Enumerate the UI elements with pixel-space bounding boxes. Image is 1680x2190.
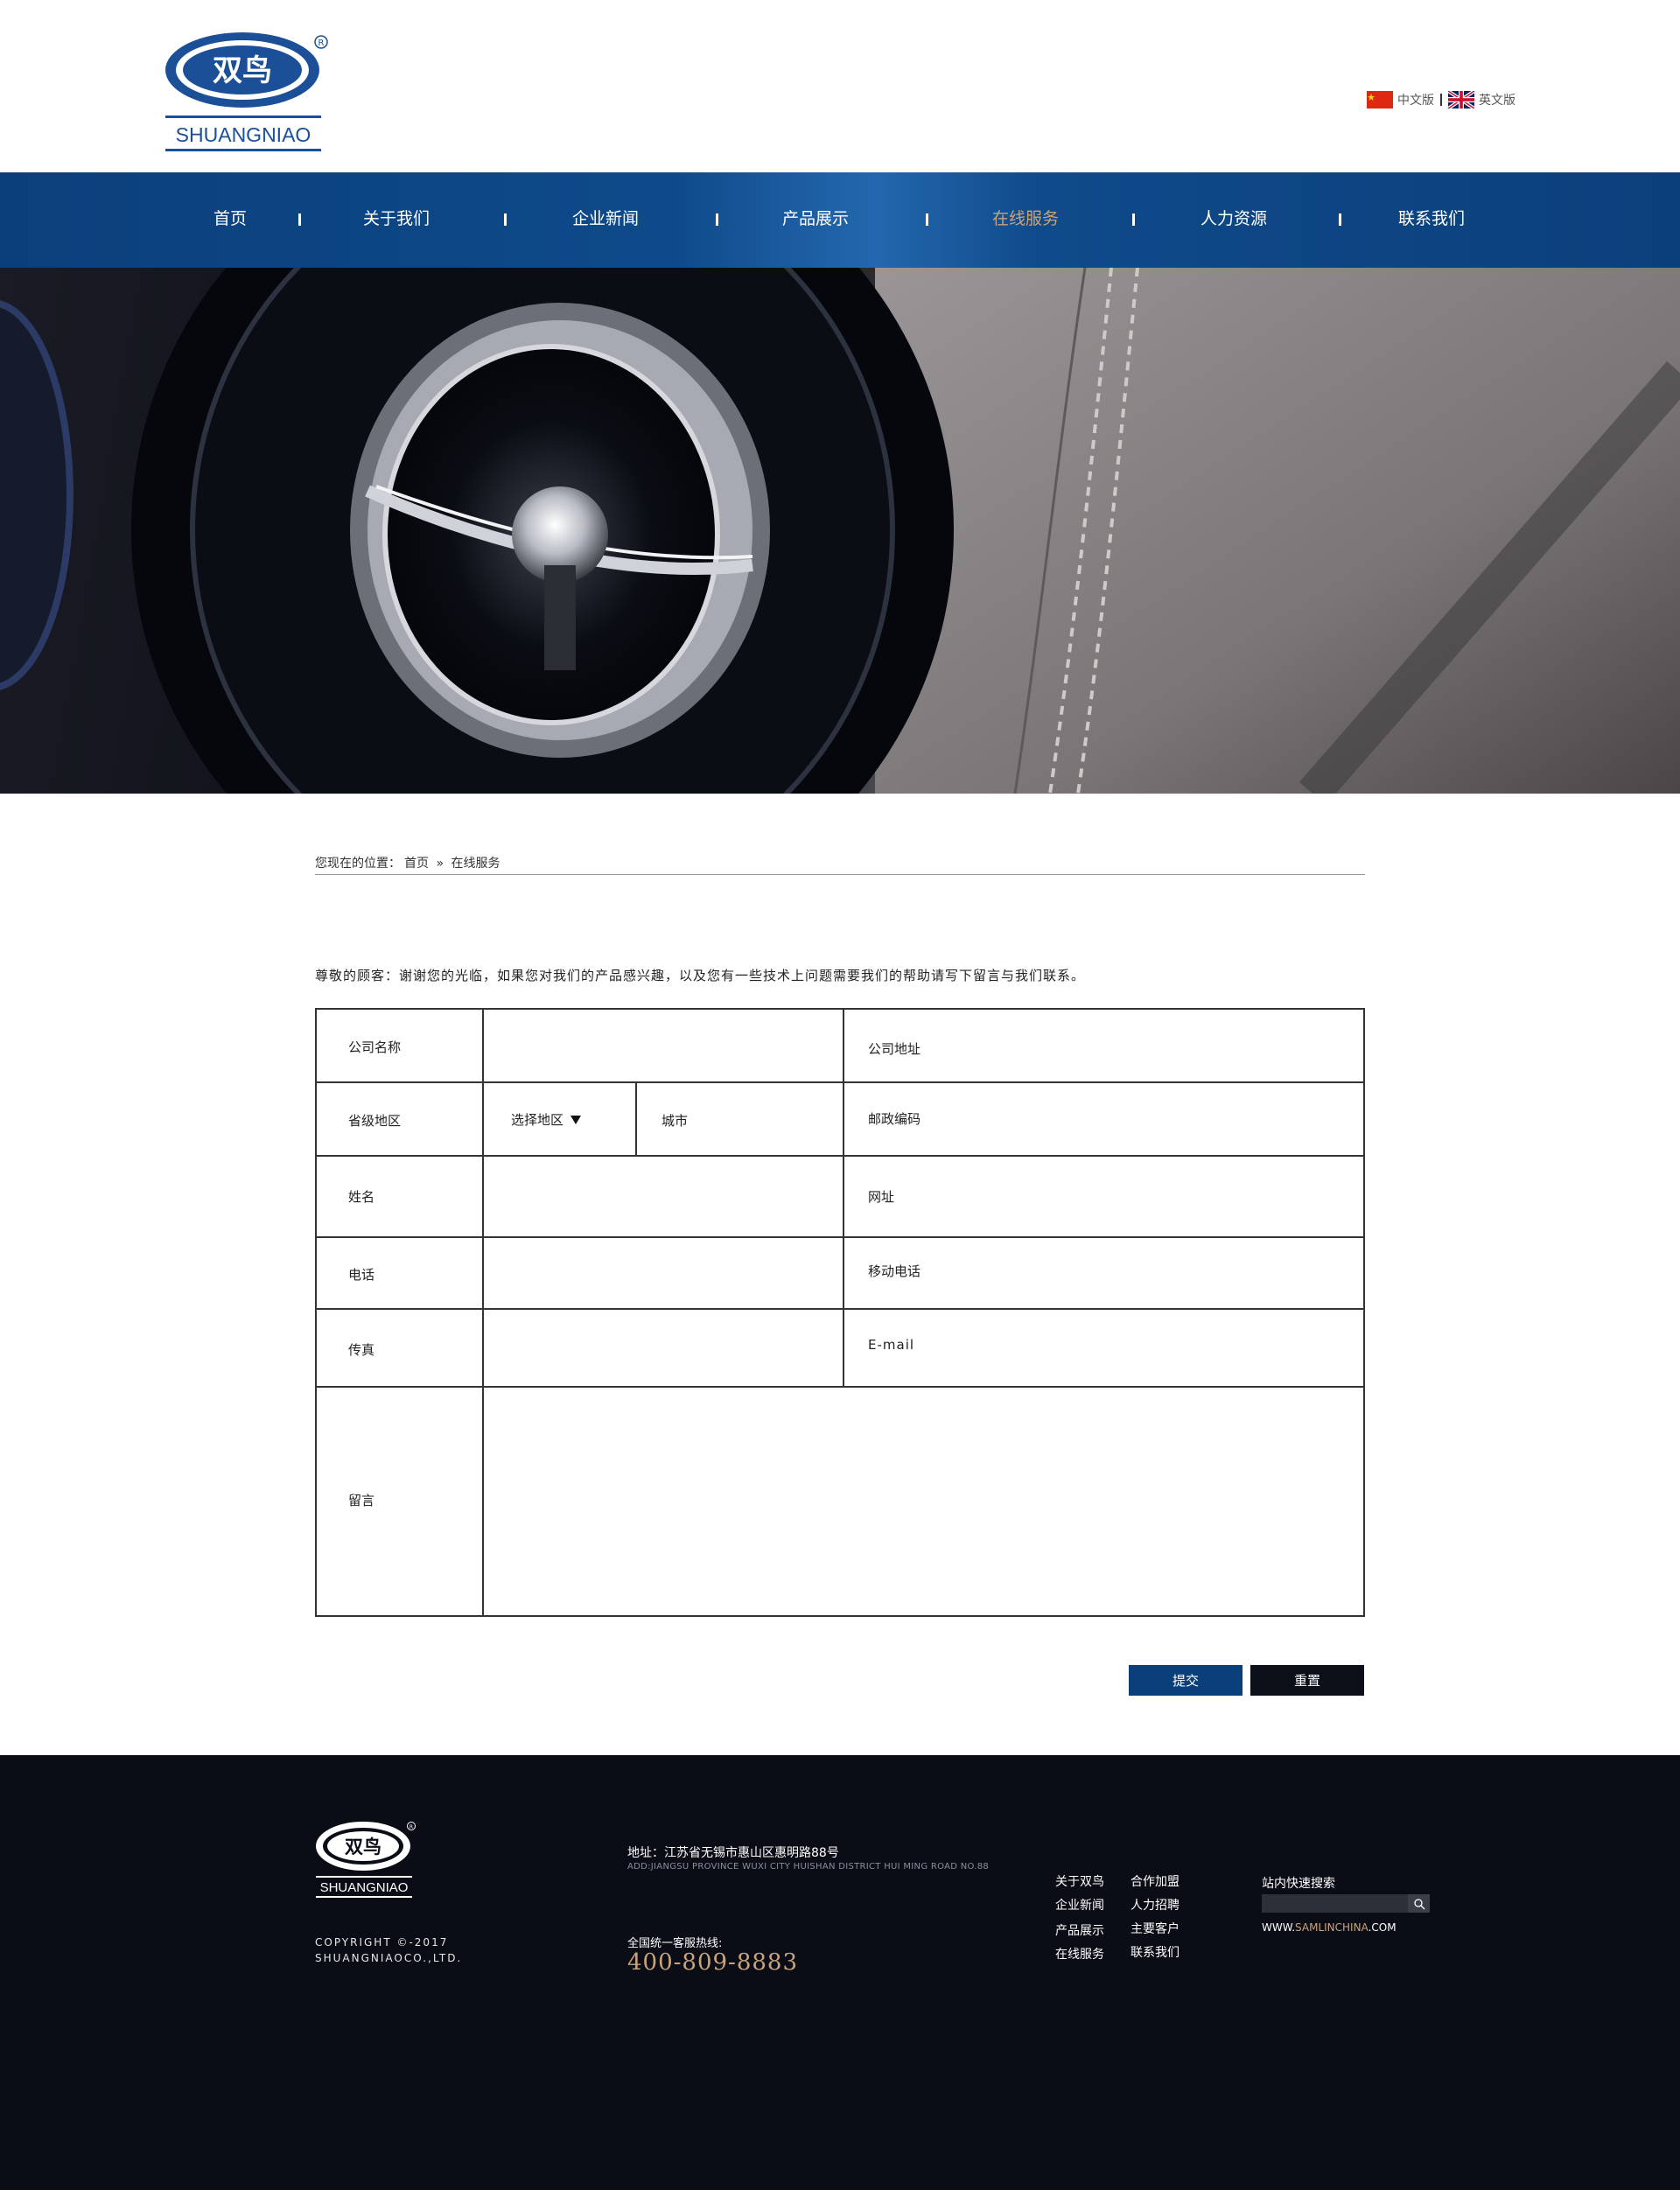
reset-button[interactable]: 重置 <box>1250 1665 1364 1696</box>
nav-divider <box>716 213 718 226</box>
nav-divider <box>926 213 928 226</box>
breadcrumb-prefix: 您现在的位置： <box>315 857 401 871</box>
nav-divider <box>1132 213 1135 226</box>
copyright-line-2: SHUANGNIAOCO.,LTD. <box>315 1952 463 1964</box>
breadcrumb: 您现在的位置： 首页 » 在线服务 <box>315 854 503 871</box>
footer-link-recruitment[interactable]: 人力招聘 <box>1130 1896 1180 1914</box>
company-address-label: 公司地址 <box>868 1041 921 1057</box>
mobile-label: 移动电话 <box>868 1263 921 1279</box>
site-header: 双鸟 R SHUANGNIAO 中文版 英文版 <box>0 0 1680 172</box>
svg-text:R: R <box>318 38 325 48</box>
postcode-label: 邮政编码 <box>868 1111 921 1127</box>
lang-separator <box>1440 94 1442 106</box>
message-textarea[interactable] <box>488 1391 1358 1612</box>
footer-link-online-service[interactable]: 在线服务 <box>1055 1945 1104 1963</box>
name-label: 姓名 <box>348 1189 375 1205</box>
mobile-input[interactable] <box>964 1240 1358 1306</box>
language-switch: 中文版 英文版 <box>1367 89 1516 110</box>
footer-link-clients[interactable]: 主要客户 <box>1130 1920 1180 1937</box>
address-cn: 地址：江苏省无锡市惠山区惠明路88号 <box>627 1846 839 1860</box>
form-col-divider <box>482 1010 484 1615</box>
footer-link-news[interactable]: 企业新闻 <box>1055 1896 1104 1914</box>
nav-divider <box>1339 213 1341 226</box>
svg-text:SHUANGNIAO: SHUANGNIAO <box>176 123 312 146</box>
province-label: 省级地区 <box>348 1113 402 1129</box>
contact-form: 公司名称 公司地址 省级地区 选择地区 城市 邮政编码 姓名 网址 电话 移动电… <box>315 1008 1365 1617</box>
email-label: E-mail <box>868 1337 915 1353</box>
breadcrumb-divider <box>315 874 1365 875</box>
dropdown-arrow-icon <box>570 1115 582 1124</box>
nav-item-contact[interactable]: 联系我们 <box>1398 206 1465 229</box>
svg-text:双鸟: 双鸟 <box>213 53 272 88</box>
form-row-divider <box>317 1386 1363 1388</box>
intro-text: 尊敬的顾客：谢谢您的光临，如果您对我们的产品感兴趣，以及您有一些技术上问题需要我… <box>315 968 1086 983</box>
footer-link-franchise[interactable]: 合作加盟 <box>1130 1872 1180 1890</box>
nav-divider <box>298 213 301 226</box>
uk-flag-icon[interactable] <box>1446 89 1476 110</box>
breadcrumb-current: 在线服务 <box>451 857 500 871</box>
postcode-input[interactable] <box>964 1085 1358 1153</box>
lang-cn-link[interactable]: 中文版 <box>1397 91 1434 108</box>
china-flag-icon[interactable] <box>1367 91 1393 108</box>
website-label: 网址 <box>868 1189 895 1205</box>
site-search-input[interactable] <box>1262 1894 1408 1913</box>
phone-label: 电话 <box>348 1267 375 1283</box>
site-search <box>1262 1894 1430 1913</box>
website-input[interactable] <box>929 1158 1358 1235</box>
nav-item-hr[interactable]: 人力资源 <box>1200 206 1267 229</box>
site-footer: 双鸟 R SHUANGNIAO COPYRIGHT ©-2017 SHUANGN… <box>0 1755 1680 2190</box>
svg-text:SHUANGNIAO: SHUANGNIAO <box>320 1880 409 1895</box>
form-col-divider <box>843 1010 844 1388</box>
form-row-divider <box>317 1308 1363 1310</box>
site-url[interactable]: WWW.SAMLINCHINA.COM <box>1262 1921 1396 1934</box>
site-url-suffix: .COM <box>1368 1921 1396 1934</box>
svg-text:双鸟: 双鸟 <box>345 1837 382 1858</box>
submit-button[interactable]: 提交 <box>1129 1665 1242 1696</box>
copyright-line-1: COPYRIGHT ©-2017 <box>315 1936 449 1949</box>
lang-en-link[interactable]: 英文版 <box>1479 91 1516 108</box>
svg-text:R: R <box>410 1824 413 1830</box>
hotline-label: 全国统一客服热线: <box>627 1937 723 1950</box>
footer-link-contact[interactable]: 联系我们 <box>1130 1943 1180 1961</box>
nav-item-home[interactable]: 首页 <box>214 206 247 229</box>
nav-item-news[interactable]: 企业新闻 <box>572 206 639 229</box>
nav-item-about[interactable]: 关于我们 <box>363 206 430 229</box>
brand-logo[interactable]: 双鸟 R SHUANGNIAO <box>164 30 330 154</box>
fax-label: 传真 <box>348 1342 375 1358</box>
name-input[interactable] <box>486 1158 840 1235</box>
hotline-number[interactable]: 400-809-8883 <box>627 1949 798 1976</box>
city-label[interactable]: 城市 <box>662 1111 688 1130</box>
company-name-input[interactable] <box>486 1013 840 1080</box>
breadcrumb-separator: » <box>436 857 444 871</box>
footer-link-products[interactable]: 产品展示 <box>1055 1921 1104 1939</box>
breadcrumb-home-link[interactable]: 首页 <box>404 857 429 871</box>
fax-input[interactable] <box>486 1312 840 1384</box>
region-select-value: 选择地区 <box>511 1112 564 1128</box>
form-row-divider <box>317 1155 1363 1157</box>
footer-link-about[interactable]: 关于双鸟 <box>1055 1872 1104 1890</box>
message-label: 留言 <box>348 1493 375 1508</box>
phone-input[interactable] <box>486 1240 840 1306</box>
copyright: COPYRIGHT ©-2017 SHUANGNIAOCO.,LTD. <box>315 1935 462 1966</box>
site-search-label: 站内快速搜索 <box>1262 1877 1335 1891</box>
email-input[interactable] <box>947 1312 1358 1384</box>
footer-logo[interactable]: 双鸟 R SHUANGNIAO <box>315 1820 416 1902</box>
search-icon[interactable] <box>1408 1894 1430 1913</box>
company-name-label: 公司名称 <box>348 1039 402 1055</box>
address-en: ADD:JIANGSU PROVINCE WUXI CITY HUISHAN D… <box>627 1862 990 1872</box>
region-select[interactable]: 选择地区 <box>511 1110 582 1129</box>
nav-item-products[interactable]: 产品展示 <box>782 206 849 229</box>
form-row-divider <box>317 1236 1363 1238</box>
form-row-divider <box>317 1081 1363 1083</box>
site-url-name: SAMLINCHINA <box>1295 1921 1368 1934</box>
form-col-divider <box>635 1081 637 1157</box>
nav-item-online-service[interactable]: 在线服务 <box>992 206 1059 229</box>
company-address-input[interactable] <box>964 1013 1358 1080</box>
hero-banner-image <box>0 268 1680 794</box>
main-nav: 首页 关于我们 企业新闻 产品展示 在线服务 人力资源 联系我们 <box>0 172 1680 268</box>
nav-divider <box>504 213 507 226</box>
site-url-prefix: WWW. <box>1262 1921 1296 1934</box>
